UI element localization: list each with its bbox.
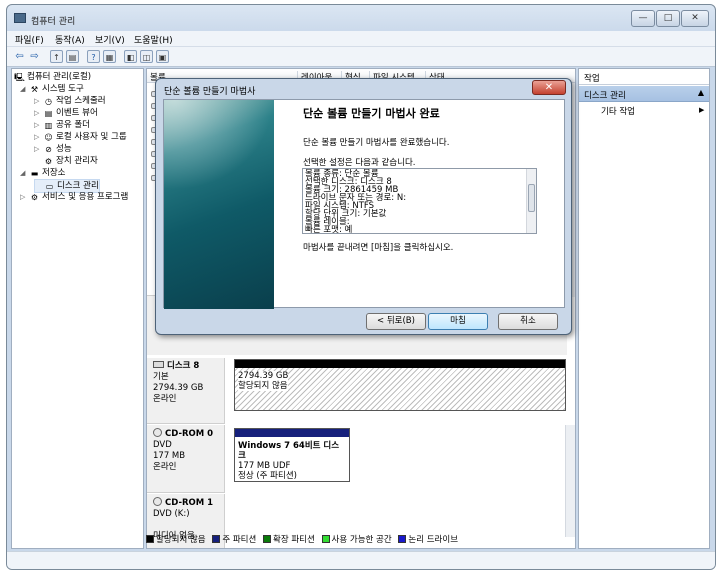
expand-arrow-icon[interactable]: ▷ — [34, 119, 43, 131]
help-icon[interactable]: ? — [87, 50, 100, 63]
disk-8-label[interactable]: 디스크 8 기본 2794.39 GB 온라인 — [147, 358, 225, 424]
cancel-button[interactable]: 취소 — [498, 313, 558, 330]
forward-arrow-icon[interactable]: ⇨ — [28, 50, 41, 63]
computer-icon: 🖳 — [14, 73, 25, 82]
shared-folder-icon: ▥ — [44, 121, 53, 130]
console-tree-icon[interactable]: ▤ — [66, 50, 79, 63]
summary-scrollbar[interactable] — [526, 169, 536, 233]
disk-icon[interactable]: ◫ — [140, 50, 153, 63]
tree-item-task-scheduler[interactable]: ▷ ◷ 작업 스케줄러 — [34, 95, 106, 107]
up-folder-icon[interactable]: ↑ — [50, 50, 63, 63]
actions-section-disk-management[interactable]: 디스크 관리 ▲ — [579, 86, 709, 102]
wizard-settings-label: 선택한 설정은 다음과 같습니다. — [303, 158, 416, 168]
expand-arrow-icon[interactable]: ▷ — [34, 107, 43, 119]
tools-icon: ⚒ — [30, 85, 39, 94]
expand-arrow-icon[interactable]: ▷ — [34, 131, 43, 143]
menu-bar: 파일(F) 동작(A) 보기(V) 도움말(H) — [7, 31, 715, 47]
users-icon: ☺ — [44, 133, 53, 142]
dialog-close-button[interactable]: ✕ — [532, 80, 566, 95]
tree-item-event-viewer[interactable]: ▷ ▤ 이벤트 뷰어 — [34, 107, 98, 119]
wizard-body: 단순 볼륨 만들기 마법사 완료 단순 볼륨 만들기 마법사를 완료했습니다. … — [163, 99, 565, 309]
maximize-button[interactable]: □ — [656, 10, 680, 27]
menu-file[interactable]: 파일(F) — [15, 33, 44, 46]
performance-icon: ⊘ — [45, 145, 52, 154]
minimize-button[interactable]: — — [631, 10, 655, 27]
collapse-arrow-icon[interactable]: ◢ — [20, 83, 29, 95]
wizard-side-banner — [164, 100, 274, 309]
cdrom-0-partition[interactable]: Windows 7 64비트 디스크 177 MB UDF 정상 (주 파티션) — [234, 428, 350, 482]
back-arrow-icon[interactable]: ⇦ — [13, 50, 26, 63]
expand-arrow-icon[interactable]: ▷ — [20, 191, 29, 203]
menu-action[interactable]: 동작(A) — [55, 33, 85, 46]
storage-icon: ▬ — [30, 169, 39, 178]
disk-list-scrollbar[interactable] — [565, 425, 575, 537]
legend-free-space: 사용 가능한 공간 — [321, 533, 392, 547]
connect-icon[interactable]: ◧ — [124, 50, 137, 63]
window-title: 컴퓨터 관리 — [31, 17, 76, 27]
more-actions-item[interactable]: 기타 작업 ▶ — [601, 105, 704, 117]
cd-rom-icon — [153, 497, 162, 506]
settings-icon[interactable]: ▣ — [156, 50, 169, 63]
finish-button[interactable]: 마침 — [428, 313, 488, 330]
legend-logical: 논리 드라이브 — [398, 533, 458, 547]
expand-arrow-icon[interactable]: ▷ — [34, 143, 43, 155]
tree-item-services[interactable]: ▷ ⚙ 서비스 및 응용 프로그램 — [20, 191, 128, 203]
disk-8-unallocated-partition[interactable]: 2794.39 GB 할당되지 않음 — [234, 359, 566, 411]
tree-item-local-users[interactable]: ▷ ☺ 로컬 사용자 및 그룹 — [34, 131, 127, 143]
toolbar: ⇦ ⇨ ↑ ▤ ? ▦ ◧ ◫ ▣ — [7, 47, 715, 67]
hard-disk-icon — [153, 361, 164, 368]
close-button[interactable]: ✕ — [681, 10, 709, 27]
new-simple-volume-wizard: 단순 볼륨 만들기 마법사 ✕ 단순 볼륨 만들기 마법사 완료 단순 볼륨 만… — [155, 78, 572, 335]
legend-primary: 주 파티션 — [212, 533, 256, 547]
wizard-intro: 단순 볼륨 만들기 마법사를 완료했습니다. — [303, 138, 450, 148]
tree-item-performance[interactable]: ▷ ⊘ 성능 — [34, 143, 72, 155]
settings-summary-box[interactable]: 볼륨 종류: 단순 볼륨 선택한 디스크: 디스크 8 볼륨 크기: 28614… — [302, 168, 537, 234]
collapse-arrow-icon[interactable]: ◢ — [20, 167, 29, 179]
services-icon: ⚙ — [30, 193, 39, 202]
tree-item-storage[interactable]: ◢ ▬ 저장소 — [20, 167, 65, 179]
event-log-icon: ▤ — [44, 109, 53, 118]
wizard-finish-note: 마법사를 끝내려면 [마침]을 클릭하십시오. — [303, 243, 454, 253]
actions-header: 작업 — [579, 69, 709, 85]
legend-extended: 확장 파티션 — [263, 533, 315, 547]
submenu-arrow-icon: ▶ — [699, 106, 705, 114]
actions-pane: 작업 디스크 관리 ▲ 기타 작업 ▶ — [578, 68, 710, 549]
device-manager-icon: ⚙ — [44, 157, 53, 166]
menu-view[interactable]: 보기(V) — [95, 33, 125, 46]
tree-item-root[interactable]: 🖳 컴퓨터 관리(로컬) — [14, 71, 91, 83]
cd-rom-icon — [153, 428, 162, 437]
dialog-title: 단순 볼륨 만들기 마법사 — [164, 87, 256, 97]
partition-legend: 할당되지 않음 주 파티션 확장 파티션 사용 가능한 공간 논리 드라이브 — [146, 533, 576, 549]
wizard-buttons: < 뒤로(B) 마침 취소 — [156, 308, 571, 336]
clock-icon: ◷ — [45, 97, 52, 106]
menu-help[interactable]: 도움말(H) — [134, 33, 173, 46]
tree-item-device-manager[interactable]: ⚙ 장치 관리자 — [34, 155, 98, 167]
tree-item-shared-folders[interactable]: ▷ ▥ 공유 폴더 — [34, 119, 90, 131]
wizard-heading: 단순 볼륨 만들기 마법사 완료 — [303, 107, 440, 120]
title-bar: 컴퓨터 관리 — □ ✕ — [7, 5, 715, 31]
status-bar — [7, 551, 715, 569]
legend-unallocated: 할당되지 않음 — [146, 533, 206, 547]
cdrom-0-label[interactable]: CD-ROM 0 DVD 177 MB 온라인 — [147, 425, 225, 493]
computer-management-icon — [14, 13, 26, 23]
expand-arrow-icon[interactable]: ▷ — [34, 95, 43, 107]
tree-item-system-tools[interactable]: ◢ ⚒ 시스템 도구 — [20, 83, 84, 95]
console-tree: 🖳 컴퓨터 관리(로컬) ◢ ⚒ 시스템 도구 ▷ ◷ 작업 스케줄러 ▷ ▤ 이벤트 뷰어 … — [11, 68, 144, 549]
collapse-up-icon[interactable]: ▲ — [698, 88, 704, 97]
properties-icon[interactable]: ▦ — [103, 50, 116, 63]
back-button[interactable]: < 뒤로(B) — [366, 313, 426, 330]
